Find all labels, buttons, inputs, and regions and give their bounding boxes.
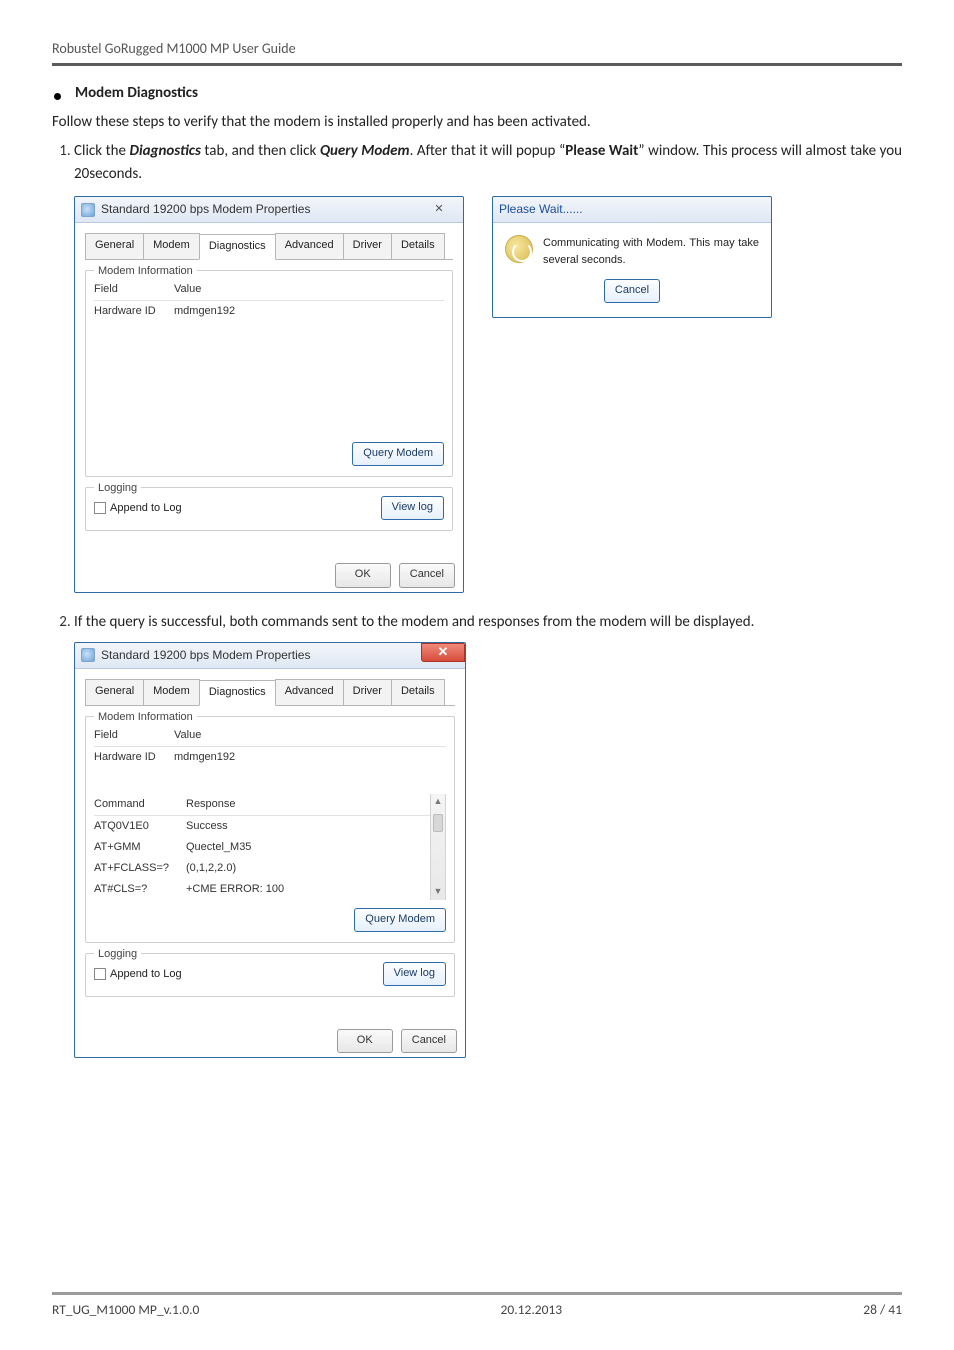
hwid-value: mdmgen192 bbox=[174, 303, 444, 320]
window-title: Standard 19200 bps Modem Properties bbox=[101, 200, 310, 219]
please-wait-dialog: Please Wait...... Communicating with Mod… bbox=[492, 196, 772, 318]
close-icon[interactable]: ✕ bbox=[421, 643, 465, 662]
modem-info-legend: Modem Information bbox=[94, 263, 197, 280]
step-2: If the query is successful, both command… bbox=[74, 611, 902, 1059]
page-footer: RT_UG_M1000 MP_v.1.0.0 20.12.2013 28 / 4… bbox=[52, 1292, 902, 1318]
steps-list: Click the Diagnostics tab, and then clic… bbox=[52, 140, 902, 1059]
step1-text: Click the Diagnostics tab, and then clic… bbox=[74, 142, 902, 183]
titlebar: Please Wait...... bbox=[493, 197, 771, 223]
hwid-value: mdmgen192 bbox=[174, 749, 446, 766]
ok-button[interactable]: OK bbox=[335, 563, 391, 587]
col-field: Field bbox=[94, 727, 174, 744]
tab-diagnostics[interactable]: Diagnostics bbox=[199, 234, 276, 260]
tab-advanced[interactable]: Advanced bbox=[275, 233, 344, 259]
tab-general[interactable]: General bbox=[85, 233, 144, 259]
tab-diagnostics[interactable]: Diagnostics bbox=[199, 680, 276, 706]
table-row: AT+FCLASS=?(0,1,2,2.0) bbox=[94, 858, 430, 879]
tab-modem[interactable]: Modem bbox=[143, 679, 200, 705]
please-wait-cancel-button[interactable]: Cancel bbox=[604, 279, 660, 303]
footer-center: 20.12.2013 bbox=[501, 1301, 563, 1318]
please-wait-message: Communicating with Modem. This may take … bbox=[543, 235, 759, 269]
logging-legend: Logging bbox=[94, 946, 141, 963]
document-header: Robustel GoRugged M1000 MP User Guide bbox=[52, 40, 902, 66]
titlebar: Standard 19200 bps Modem Properties ✕ bbox=[75, 197, 463, 223]
col-value: Value bbox=[174, 281, 444, 298]
tab-driver[interactable]: Driver bbox=[343, 679, 392, 705]
hwid-label: Hardware ID bbox=[94, 303, 174, 320]
tab-general[interactable]: General bbox=[85, 679, 144, 705]
table-row: AT#CLS=?+CME ERROR: 100 bbox=[94, 879, 430, 900]
modem-info-group: Modem Information Field Value Hardware I… bbox=[85, 270, 453, 477]
cancel-button[interactable]: Cancel bbox=[399, 563, 455, 587]
table-row: ATQ0V1E0Success bbox=[94, 816, 430, 837]
table-row: Hardware ID mdmgen192 bbox=[94, 301, 444, 322]
titlebar: Standard 19200 bps Modem Properties ✕ bbox=[75, 643, 465, 669]
progress-icon bbox=[505, 235, 533, 263]
section-heading-row: Modem Diagnostics bbox=[52, 84, 902, 108]
close-icon[interactable]: ✕ bbox=[419, 200, 459, 218]
logging-group: Logging Append to Log View log bbox=[85, 487, 453, 531]
modem-properties-window-2: Standard 19200 bps Modem Properties ✕ Ge… bbox=[74, 642, 466, 1059]
tab-advanced[interactable]: Advanced bbox=[275, 679, 344, 705]
col-response: Response bbox=[186, 796, 430, 813]
checkbox-icon[interactable] bbox=[94, 968, 106, 980]
tab-strip: General Modem Diagnostics Advanced Drive… bbox=[85, 233, 453, 260]
system-icon bbox=[81, 203, 95, 217]
table-row: AT+GMMQuectel_M35 bbox=[94, 837, 430, 858]
modem-info-group: Modem Information Field Value Hardware I… bbox=[85, 716, 455, 943]
please-wait-title: Please Wait...... bbox=[499, 200, 583, 219]
section-title: Modem Diagnostics bbox=[75, 84, 198, 102]
cancel-button[interactable]: Cancel bbox=[401, 1029, 457, 1053]
step-1: Click the Diagnostics tab, and then clic… bbox=[74, 140, 902, 593]
system-icon bbox=[81, 648, 95, 662]
window-title: Standard 19200 bps Modem Properties bbox=[101, 646, 310, 665]
ok-button[interactable]: OK bbox=[337, 1029, 393, 1053]
tab-driver[interactable]: Driver bbox=[343, 233, 392, 259]
footer-left: RT_UG_M1000 MP_v.1.0.0 bbox=[52, 1301, 199, 1318]
intro-text: Follow these steps to verify that the mo… bbox=[52, 112, 902, 134]
scroll-thumb[interactable] bbox=[433, 814, 443, 832]
scrollbar[interactable]: ▲ ▼ bbox=[430, 794, 446, 900]
col-command: Command bbox=[94, 796, 186, 813]
hwid-label: Hardware ID bbox=[94, 749, 174, 766]
table-row: Hardware ID mdmgen192 bbox=[94, 747, 446, 768]
query-modem-button[interactable]: Query Modem bbox=[354, 908, 446, 932]
logging-legend: Logging bbox=[94, 480, 141, 497]
modem-info-legend: Modem Information bbox=[94, 709, 197, 726]
col-field: Field bbox=[94, 281, 174, 298]
tab-strip: General Modem Diagnostics Advanced Drive… bbox=[85, 679, 455, 706]
scroll-down-icon[interactable]: ▼ bbox=[434, 884, 443, 900]
tab-details[interactable]: Details bbox=[391, 679, 445, 705]
view-log-button[interactable]: View log bbox=[381, 496, 444, 520]
tab-details[interactable]: Details bbox=[391, 233, 445, 259]
view-log-button[interactable]: View log bbox=[383, 962, 446, 986]
append-to-log[interactable]: Append to Log bbox=[94, 500, 182, 517]
modem-properties-window-1: Standard 19200 bps Modem Properties ✕ Ge… bbox=[74, 196, 464, 592]
query-modem-button[interactable]: Query Modem bbox=[352, 442, 444, 466]
tab-modem[interactable]: Modem bbox=[143, 233, 200, 259]
bullet-icon bbox=[54, 93, 61, 100]
col-value: Value bbox=[174, 727, 446, 744]
step2-text: If the query is successful, both command… bbox=[74, 613, 754, 631]
checkbox-icon[interactable] bbox=[94, 502, 106, 514]
logging-group: Logging Append to Log View log bbox=[85, 953, 455, 997]
scroll-up-icon[interactable]: ▲ bbox=[434, 794, 443, 810]
footer-right: 28 / 41 bbox=[863, 1301, 902, 1318]
append-to-log[interactable]: Append to Log bbox=[94, 966, 182, 983]
